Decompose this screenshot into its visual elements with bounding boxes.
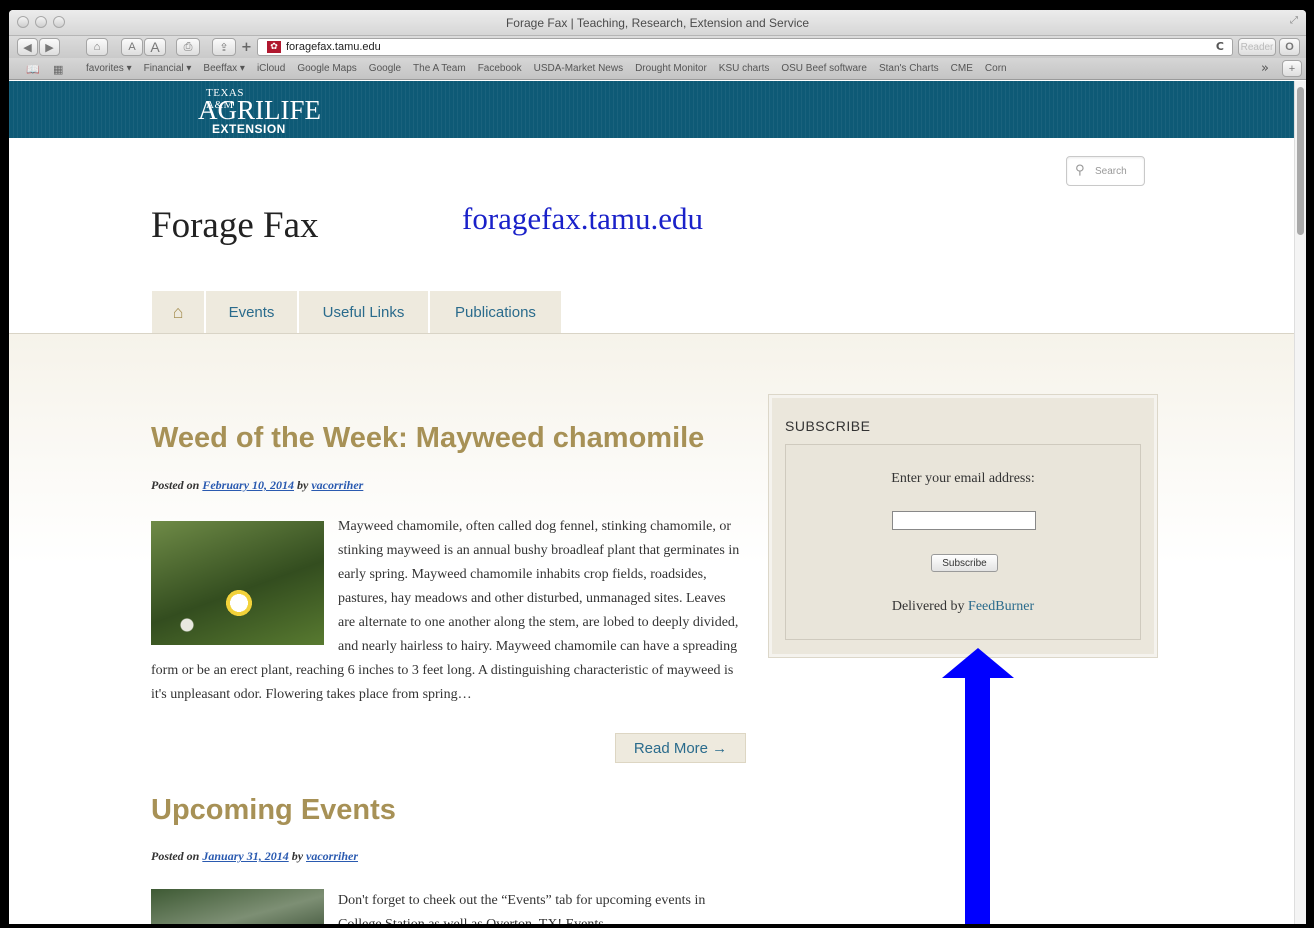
home-button[interactable]: ⌂ xyxy=(86,38,108,56)
share-button[interactable]: ⇪ xyxy=(212,38,236,56)
subscribe-button[interactable]: Subscribe xyxy=(931,554,998,572)
bookmark-item[interactable]: Beeffax ▾ xyxy=(203,63,245,74)
book-icon[interactable]: 📖 xyxy=(26,63,40,76)
vertical-scrollbar[interactable] xyxy=(1294,81,1306,924)
post-author-link[interactable]: vacorriher xyxy=(311,478,363,492)
post-date-link[interactable]: January 31, 2014 xyxy=(202,849,288,863)
post-author-link[interactable]: vacorriher xyxy=(306,849,358,863)
scrollbar-thumb[interactable] xyxy=(1297,87,1304,235)
bookmarks-bar: 📖 ▦ favorites ▾ Financial ▾ Beeffax ▾ iC… xyxy=(9,58,1306,80)
bookmarks-overflow-icon[interactable]: » xyxy=(1261,61,1269,76)
post-meta: Posted on January 31, 2014 by vacorriher xyxy=(151,849,359,863)
post-meta: Posted on February 10, 2014 by vacorrihe… xyxy=(151,478,364,492)
subscribe-widget: SUBSCRIBE Enter your email address: Subs… xyxy=(769,395,1157,657)
events-thumbnail-image[interactable] xyxy=(151,889,324,924)
search-input[interactable]: ⚲ Search xyxy=(1066,156,1145,186)
tab-publications[interactable]: Publications xyxy=(430,291,561,333)
home-icon[interactable]: ⌂ xyxy=(152,291,204,333)
annotation-arrow-shaft xyxy=(965,672,990,924)
post-title[interactable]: Weed of the Week: Mayweed chamomile xyxy=(151,422,704,455)
post-date-link[interactable]: February 10, 2014 xyxy=(202,478,294,492)
downloads-button[interactable]: O xyxy=(1279,38,1300,56)
post-excerpt: Mayweed chamomile, often called dog fenn… xyxy=(151,519,740,702)
feedburner-link[interactable]: FeedBurner xyxy=(968,599,1034,614)
subscribe-form: Enter your email address: Subscribe Deli… xyxy=(785,444,1141,640)
reader-button[interactable]: Reader xyxy=(1238,38,1276,56)
site-title[interactable]: Forage Fax xyxy=(151,204,319,247)
bookmark-item[interactable]: OSU Beef software xyxy=(781,63,867,74)
bookmark-item[interactable]: USDA-Market News xyxy=(534,63,623,74)
search-icon: ⚲ xyxy=(1075,163,1085,178)
url-text: foragefax.tamu.edu xyxy=(286,41,381,53)
main-nav: ⌂ Events Useful Links Publications xyxy=(152,291,561,333)
address-bar[interactable]: + ✿ foragefax.tamu.edu C xyxy=(241,38,1233,56)
browser-toolbar: ◀ ▶ ⌂ A A ⎙ ⇪ + ✿ foragefax.tamu.edu C R… xyxy=(9,36,1306,58)
subscribe-heading: SUBSCRIBE xyxy=(785,418,871,434)
url-annotation: foragefax.tamu.edu xyxy=(462,201,703,236)
new-tab-icon[interactable]: + xyxy=(241,40,252,55)
web-page: TEXAS A&M AGRILIFE EXTENSION ⚲ Search Fo… xyxy=(9,81,1294,924)
email-prompt: Enter your email address: xyxy=(891,471,1035,486)
fullscreen-icon[interactable]: ⤢ xyxy=(1290,15,1298,26)
tab-events[interactable]: Events xyxy=(206,291,297,333)
site-banner: TEXAS A&M AGRILIFE EXTENSION xyxy=(9,81,1294,138)
bookmark-item[interactable]: Financial ▾ xyxy=(144,63,192,74)
post-excerpt: Don't forget to cheek out the “Events” t… xyxy=(151,889,746,924)
title-bar: Forage Fax | Teaching, Research, Extensi… xyxy=(9,10,1306,36)
delivered-by: Delivered by FeedBurner xyxy=(891,599,1035,614)
bookmark-item[interactable]: Corn xyxy=(985,63,1007,74)
print-button[interactable]: ⎙ xyxy=(176,38,200,56)
bookmark-item[interactable]: The A Team xyxy=(413,63,466,74)
bookmark-item[interactable]: KSU charts xyxy=(719,63,770,74)
window-title: Forage Fax | Teaching, Research, Extensi… xyxy=(505,16,810,30)
add-bookmark-button[interactable]: + xyxy=(1282,60,1302,77)
nav-divider xyxy=(9,333,1294,334)
browser-window: Forage Fax | Teaching, Research, Extensi… xyxy=(9,10,1306,924)
reload-icon[interactable]: C xyxy=(1216,40,1224,53)
bookmark-list: favorites ▾ Financial ▾ Beeffax ▾ iCloud… xyxy=(86,63,1007,74)
site-favicon-icon: ✿ xyxy=(267,41,281,53)
forward-button[interactable]: ▶ xyxy=(39,38,60,56)
back-button[interactable]: ◀ xyxy=(17,38,38,56)
tab-useful-links[interactable]: Useful Links xyxy=(299,291,428,333)
bookmark-item[interactable]: iCloud xyxy=(257,63,285,74)
bookmark-item[interactable]: Google Maps xyxy=(297,63,356,74)
bookmark-item[interactable]: Facebook xyxy=(478,63,522,74)
bookmark-item[interactable]: favorites ▾ xyxy=(86,63,132,74)
text-bigger-button[interactable]: A xyxy=(144,38,166,56)
bookmark-item[interactable]: Stan's Charts xyxy=(879,63,939,74)
mayweed-thumbnail-image[interactable] xyxy=(151,521,324,645)
post-title[interactable]: Upcoming Events xyxy=(151,794,396,827)
bookmark-item[interactable]: Drought Monitor xyxy=(635,63,707,74)
bookmark-item[interactable]: Google xyxy=(369,63,401,74)
read-more-button[interactable]: Read More → xyxy=(615,733,746,763)
bookmark-item[interactable]: CME xyxy=(951,63,973,74)
email-field[interactable] xyxy=(892,511,1036,530)
text-smaller-button[interactable]: A xyxy=(121,38,143,56)
search-placeholder: Search xyxy=(1095,166,1127,177)
grid-icon[interactable]: ▦ xyxy=(53,63,63,76)
